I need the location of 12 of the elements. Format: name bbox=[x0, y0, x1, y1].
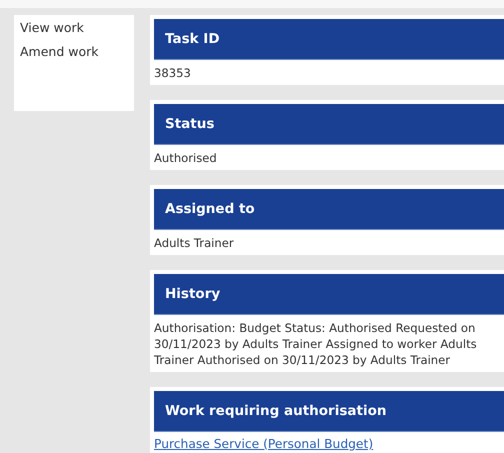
work-link[interactable]: Purchase Service (Personal Budget) bbox=[154, 437, 374, 451]
section-header: Status bbox=[154, 104, 504, 145]
section-header: History bbox=[154, 274, 504, 315]
section-header: Work requiring authorisation bbox=[154, 391, 504, 432]
section-header: Assigned to bbox=[154, 189, 504, 230]
section-value: Authorisation: Budget Status: Authorised Requested on 30/11/2023 by Adults Trainer Assigned to worker Adults Trainer Authorised on 30/11/2023 by Adults Trainer bbox=[154, 320, 478, 368]
sidebar-link[interactable]: View work bbox=[20, 19, 128, 37]
sidebar-link[interactable]: Amend work bbox=[20, 43, 128, 61]
section-header: Task ID bbox=[154, 19, 504, 60]
section-value: Adults Trainer bbox=[154, 235, 235, 251]
section-value: Authorised bbox=[154, 150, 218, 166]
section-value: 38353 bbox=[154, 65, 192, 81]
